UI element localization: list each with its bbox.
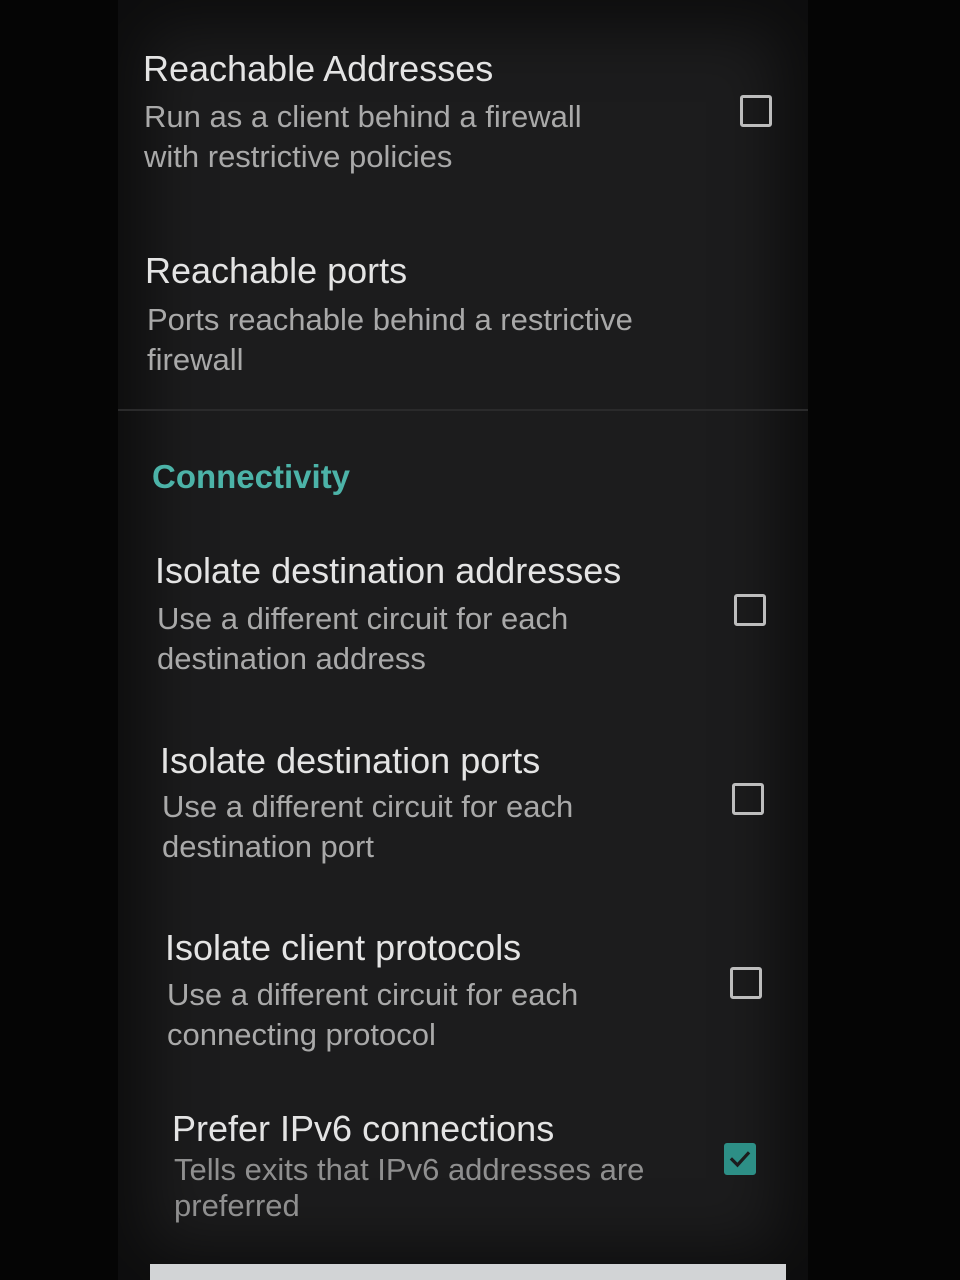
pref-title: Isolate client protocols xyxy=(165,927,522,968)
pref-isolate-client-protocols[interactable]: Isolate client protocols Use a different… xyxy=(118,905,808,1090)
pref-isolate-destination-ports[interactable]: Isolate destination ports Use a differen… xyxy=(118,715,808,905)
pref-summary: Use a different circuit for each connect… xyxy=(167,975,727,1055)
check-icon xyxy=(729,1151,751,1168)
reachable-addresses-checkbox[interactable] xyxy=(740,95,772,127)
isolate-client-protocols-checkbox[interactable] xyxy=(730,967,762,999)
summary-line: firewall xyxy=(147,342,244,377)
bottom-bar xyxy=(150,1264,786,1280)
summary-line: preferred xyxy=(174,1188,300,1223)
pref-summary: Tells exits that IPv6 addresses are pref… xyxy=(174,1152,734,1224)
pref-title: Isolate destination ports xyxy=(160,740,541,781)
summary-line: connecting protocol xyxy=(167,1017,436,1052)
isolate-destination-addresses-checkbox[interactable] xyxy=(734,594,766,626)
pref-title: Reachable Addresses xyxy=(143,48,494,89)
summary-line: Run as a client behind a firewall xyxy=(144,99,582,134)
summary-line: Use a different circuit for each xyxy=(167,977,579,1012)
pref-title: Isolate destination addresses xyxy=(155,550,622,591)
pref-reachable-ports[interactable]: Reachable ports Ports reachable behind a… xyxy=(118,205,808,409)
category-header-connectivity: Connectivity xyxy=(152,458,351,495)
pref-reachable-addresses[interactable]: Reachable Addresses Run as a client behi… xyxy=(118,0,808,205)
summary-line: destination port xyxy=(162,829,374,864)
pref-summary: Use a different circuit for each destina… xyxy=(157,599,717,679)
summary-line: Ports reachable behind a restrictive xyxy=(147,302,633,337)
isolate-destination-ports-checkbox[interactable] xyxy=(732,783,764,815)
settings-screen: Reachable Addresses Run as a client behi… xyxy=(118,0,808,1280)
summary-line: Tells exits that IPv6 addresses are xyxy=(174,1152,645,1187)
pref-title: Reachable ports xyxy=(145,250,408,291)
pref-title: Prefer IPv6 connections xyxy=(172,1108,555,1149)
prefer-ipv6-checkbox[interactable] xyxy=(724,1143,756,1175)
pref-summary: Run as a client behind a firewall with r… xyxy=(144,97,704,177)
pref-prefer-ipv6[interactable]: Prefer IPv6 connections Tells exits that… xyxy=(118,1090,808,1260)
summary-line: Use a different circuit for each xyxy=(157,601,569,636)
summary-line: with restrictive policies xyxy=(144,139,453,174)
section-divider xyxy=(118,409,808,411)
summary-line: Use a different circuit for each xyxy=(162,789,574,824)
summary-line: destination address xyxy=(157,641,426,676)
pref-isolate-destination-addresses[interactable]: Isolate destination addresses Use a diff… xyxy=(118,530,808,715)
pref-summary: Use a different circuit for each destina… xyxy=(162,787,722,867)
pref-summary: Ports reachable behind a restrictive fir… xyxy=(147,300,707,380)
